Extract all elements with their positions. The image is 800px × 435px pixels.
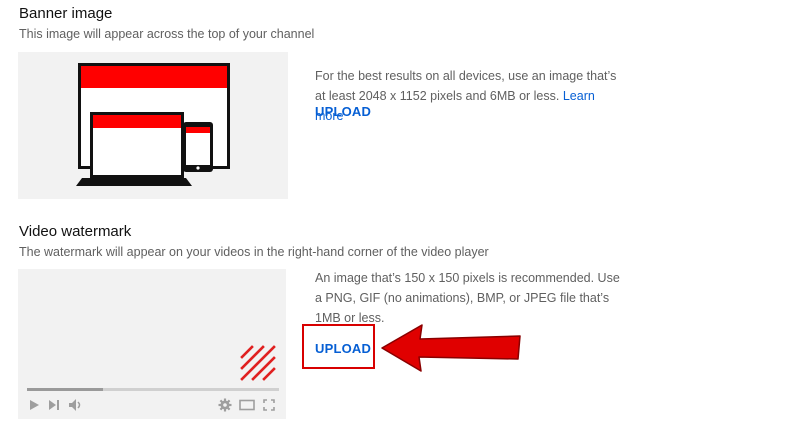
progress-bar-fill <box>27 388 103 391</box>
banner-upload-button[interactable]: UPLOAD <box>315 104 371 119</box>
watermark-upload-button[interactable]: UPLOAD <box>315 341 371 356</box>
video-player-preview <box>18 269 286 419</box>
devices-illustration <box>76 63 230 186</box>
annotation-arrow-icon <box>381 324 521 372</box>
watermark-section-description: The watermark will appear on your videos… <box>19 245 489 259</box>
next-icon[interactable] <box>48 399 60 411</box>
watermark-info: An image that’s 150 x 150 pixels is reco… <box>315 271 620 325</box>
banner-preview <box>18 52 288 199</box>
theater-mode-icon[interactable] <box>239 399 255 411</box>
volume-icon[interactable] <box>68 398 84 412</box>
settings-icon[interactable] <box>218 398 232 412</box>
watermark-section-title: Video watermark <box>19 223 132 240</box>
play-icon[interactable] <box>28 399 40 411</box>
watermark-placeholder-icon <box>240 345 276 381</box>
progress-bar[interactable] <box>27 388 279 391</box>
fullscreen-icon[interactable] <box>263 399 275 411</box>
banner-section-title: Banner image <box>19 5 113 22</box>
banner-section-description: This image will appear across the top of… <box>19 27 315 41</box>
